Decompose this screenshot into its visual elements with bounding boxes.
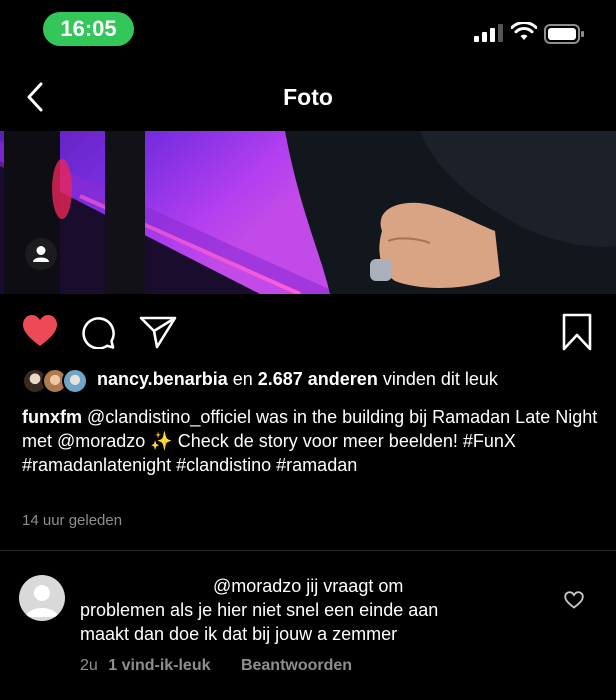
- reply-button[interactable]: Beantwoorden: [241, 657, 352, 674]
- nav-header: Foto: [0, 64, 616, 130]
- tagged-user-button[interactable]: [25, 238, 57, 270]
- photo-image: [0, 131, 616, 294]
- paper-plane-icon[interactable]: [139, 315, 177, 349]
- status-time: 16:05: [43, 12, 134, 46]
- status-bar: 16:05: [0, 0, 616, 60]
- page-title: Foto: [283, 84, 333, 110]
- likes-text: nancy.benarbia en 2.687 anderen vinden d…: [97, 369, 498, 390]
- bookmark-icon[interactable]: [561, 313, 593, 351]
- likes-connector: en: [227, 369, 258, 389]
- liker-avatars: [22, 368, 92, 394]
- comment-line-2: problemen als je hier niet snel een eind…: [80, 600, 439, 620]
- heart-filled-icon[interactable]: [22, 314, 58, 348]
- post-actions: [0, 310, 616, 354]
- comment-text: @moradzo jij vraagt om problemen als je …: [80, 574, 540, 646]
- comment-likes[interactable]: 1 vind-ik-leuk: [108, 657, 210, 674]
- comment-meta: 2u 1 vind-ik-leuk Beantwoorden: [80, 657, 374, 675]
- comment-line-3: maakt dan doe ik dat bij jouw a zemmer: [80, 624, 398, 644]
- battery-icon: [544, 24, 584, 44]
- comment-icon[interactable]: [81, 315, 115, 349]
- heart-outline-icon[interactable]: [564, 591, 584, 609]
- likes-row[interactable]: nancy.benarbia en 2.687 anderen vinden d…: [0, 366, 616, 396]
- signal-icon: [474, 24, 503, 42]
- divider: [0, 550, 616, 551]
- comment-time: 2u: [80, 657, 98, 674]
- wifi-icon: [511, 22, 537, 40]
- comment-avatar[interactable]: [19, 575, 65, 621]
- post-photo[interactable]: [0, 131, 616, 294]
- post-timestamp: 14 uur geleden: [22, 512, 123, 529]
- caption-username[interactable]: funxfm: [22, 407, 82, 427]
- person-icon: [33, 246, 49, 262]
- likes-suffix: vinden dit leuk: [377, 369, 498, 389]
- comment-line-1: @moradzo jij vraagt om: [213, 576, 404, 596]
- caption-text: @clandistino_officiel was in the buildin…: [22, 407, 598, 475]
- default-avatar-icon: [26, 585, 58, 617]
- likes-count[interactable]: 2.687 anderen: [258, 369, 378, 389]
- post-caption: funxfm @clandistino_officiel was in the …: [22, 405, 602, 477]
- liker-username[interactable]: nancy.benarbia: [97, 369, 228, 389]
- avatar: [62, 368, 88, 394]
